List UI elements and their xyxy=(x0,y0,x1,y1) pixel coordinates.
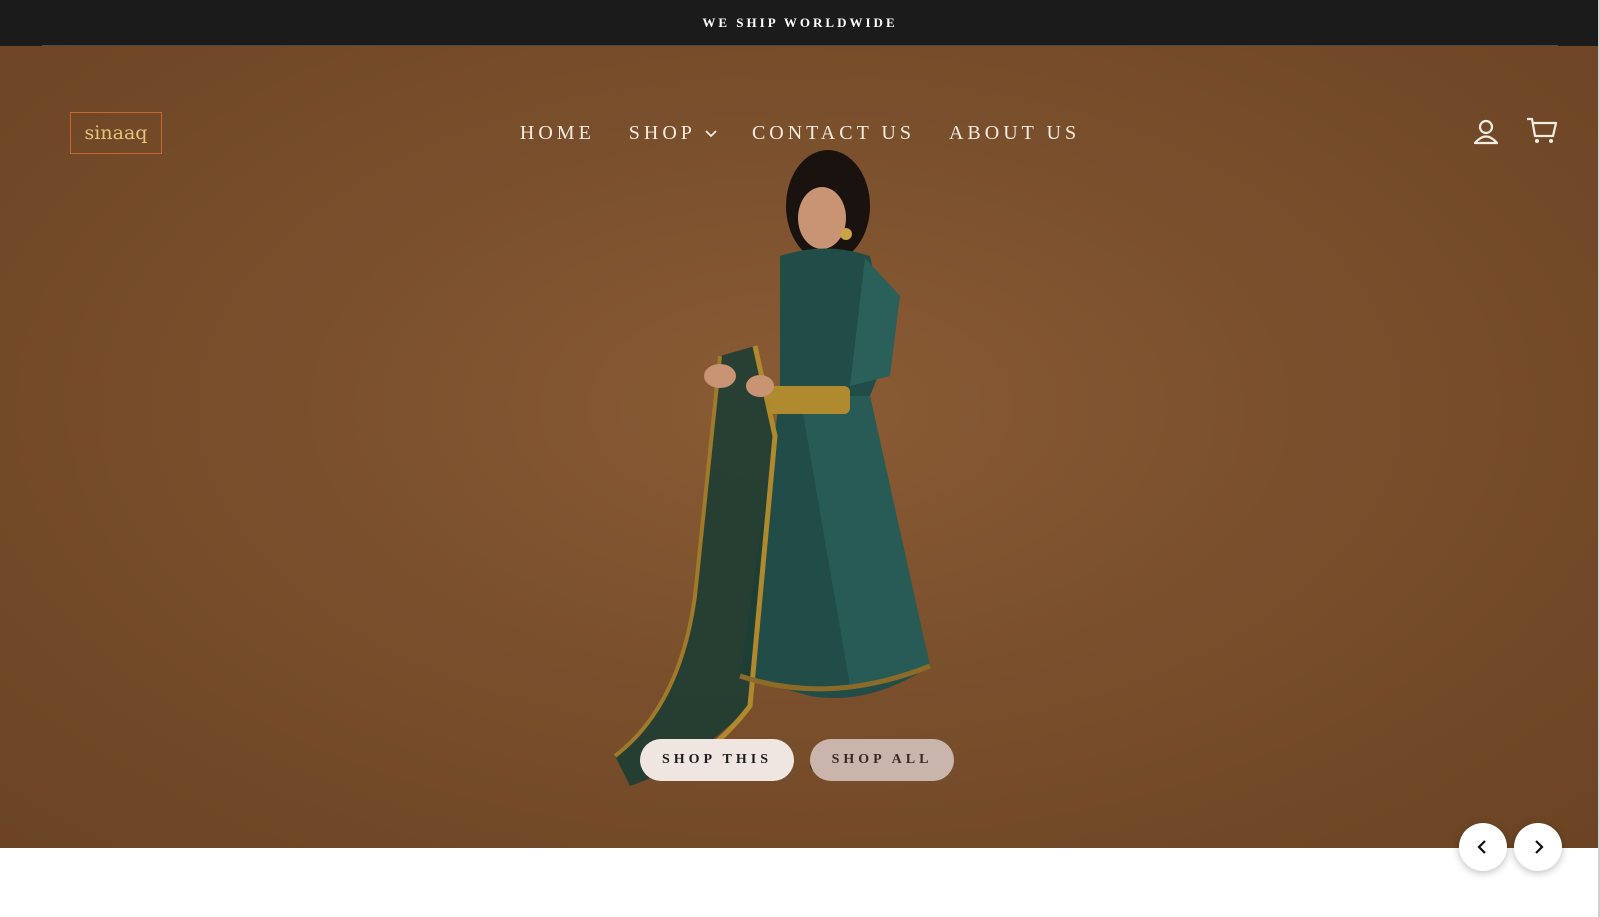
logo-text: sinaaq xyxy=(84,122,148,144)
nav-contact-us[interactable]: CONTACT US xyxy=(752,122,915,145)
announcement-text: WE SHIP WORLDWIDE xyxy=(702,15,898,30)
announcement-bar: WE SHIP WORLDWIDE xyxy=(0,0,1600,46)
shop-this-button[interactable]: SHOP THIS xyxy=(640,739,794,781)
nav-home-label: HOME xyxy=(519,121,595,144)
chevron-right-icon xyxy=(1535,840,1544,854)
slider-prev-button[interactable] xyxy=(1459,823,1507,871)
hero-model-image xyxy=(613,150,931,786)
hero-banner: sinaaq HOME SHOP CONTACT US ABOUT US SHO… xyxy=(0,46,1600,848)
shop-this-label: SHOP THIS xyxy=(661,752,773,767)
chevron-down-icon xyxy=(705,130,717,138)
nav-about-label: ABOUT US xyxy=(948,121,1081,144)
nav-about-us[interactable]: ABOUT US xyxy=(949,122,1080,145)
shop-all-label: SHOP ALL xyxy=(831,752,933,767)
account-icon[interactable] xyxy=(1472,118,1500,146)
cart-icon[interactable] xyxy=(1526,116,1558,146)
slider-next-button[interactable] xyxy=(1514,823,1562,871)
shop-all-button[interactable]: SHOP ALL xyxy=(810,739,954,781)
nav-home[interactable]: HOME xyxy=(520,122,595,145)
chevron-left-icon xyxy=(1477,840,1486,854)
nav-shop-label: SHOP xyxy=(628,121,696,144)
nav-shop[interactable]: SHOP xyxy=(629,122,718,145)
brand-logo[interactable]: sinaaq xyxy=(70,112,162,154)
nav-contact-label: CONTACT US xyxy=(751,121,915,144)
